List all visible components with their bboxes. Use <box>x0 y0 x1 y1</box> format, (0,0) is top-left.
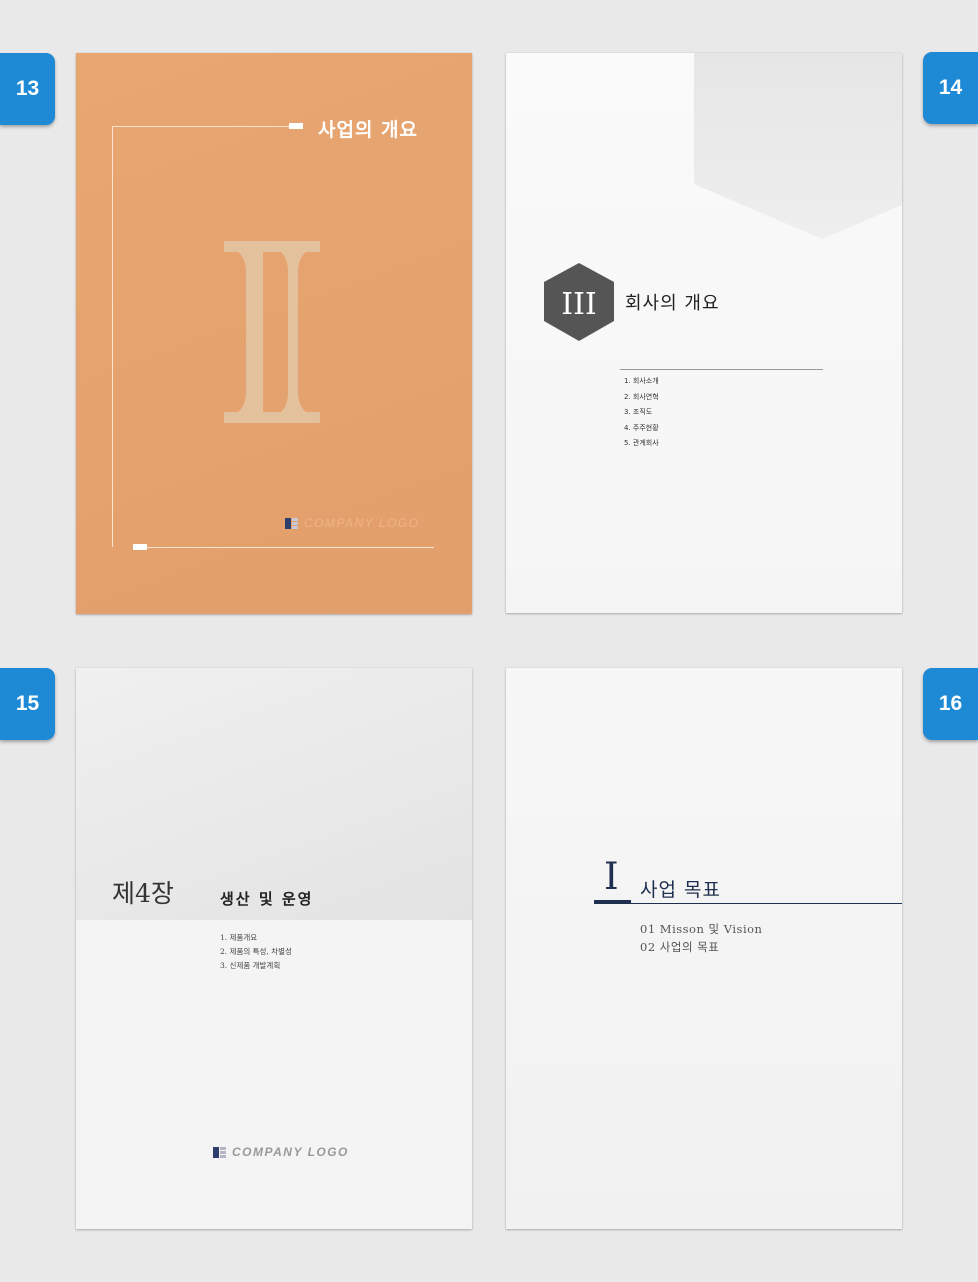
chapter-title: 생산 및 운영 <box>220 890 314 908</box>
toc-item: 02 사업의 목표 <box>640 940 720 954</box>
page-number-badge-16: 16 <box>923 668 978 740</box>
frame-line-bottom <box>133 547 434 548</box>
roman-numeral-two-graphic <box>224 241 320 423</box>
frame-tab-bottom <box>133 544 147 550</box>
toc-item: 2. 회사연혁 <box>624 392 659 401</box>
toc-item: 4. 주주현황 <box>624 423 659 432</box>
background-pentagon-shape <box>694 53 902 239</box>
hexagon-badge: III <box>544 263 614 341</box>
toc-item: 1. 회사소개 <box>624 377 659 385</box>
company-logo: COMPANY LOGO <box>213 1145 349 1159</box>
divider-line <box>631 903 902 904</box>
roman-numeral-three: III <box>561 287 597 322</box>
section-title: 사업의 개요 <box>318 119 419 141</box>
section-title: 회사의 개요 <box>625 293 720 314</box>
toc-item: 2. 제품의 특성, 차별성 <box>220 947 292 956</box>
logo-text: COMPANY LOGO <box>232 1145 349 1159</box>
page-16-thumbnail[interactable]: I 사업 목표 01 Misson 및 Vision 02 사업의 목표 <box>506 668 902 1229</box>
roman-numeral-one: I <box>604 855 619 898</box>
toc-item: 3. 신제품 개발계획 <box>220 961 281 970</box>
page-number-badge-14: 14 <box>923 52 978 124</box>
frame-tab-top <box>289 123 303 129</box>
table-of-contents: 1. 회사소개 2. 회사연혁 3. 조직도 4. 주주현황 5. 관계회사 <box>624 374 659 452</box>
frame-line-vertical <box>112 126 113 547</box>
table-of-contents: 1. 제품개요 2. 제품의 특성, 차별성 3. 신제품 개발계획 <box>220 931 292 973</box>
logo-text: COMPANY LOGO <box>304 516 420 530</box>
toc-item: 5. 관계회사 <box>624 439 659 447</box>
frame-line-top <box>112 126 289 127</box>
divider-line <box>620 369 823 370</box>
page-15-thumbnail[interactable]: 제4장 생산 및 운영 1. 제품개요 2. 제품의 특성, 차별성 3. 신제… <box>76 668 472 1229</box>
page-13-thumbnail[interactable]: 사업의 개요 COMPANY LOGO <box>76 53 472 614</box>
logo-mark-icon <box>285 517 298 529</box>
logo-mark-icon <box>213 1146 226 1158</box>
page-number-badge-13: 13 <box>0 53 55 125</box>
page-14-thumbnail[interactable]: III 회사의 개요 1. 회사소개 2. 회사연혁 3. 조직도 4. 주주현… <box>506 53 902 613</box>
page-number-badge-15: 15 <box>0 668 55 740</box>
company-logo: COMPANY LOGO <box>285 516 420 530</box>
toc-item: 01 Misson 및 Vision <box>640 922 763 936</box>
section-title: 사업 목표 <box>640 879 721 901</box>
toc-item: 1. 제품개요 <box>220 933 258 942</box>
chapter-number: 제4장 <box>112 879 174 908</box>
toc-item: 3. 조직도 <box>624 408 653 416</box>
table-of-contents: 01 Misson 및 Vision 02 사업의 목표 <box>640 920 762 956</box>
accent-bar <box>594 900 631 904</box>
